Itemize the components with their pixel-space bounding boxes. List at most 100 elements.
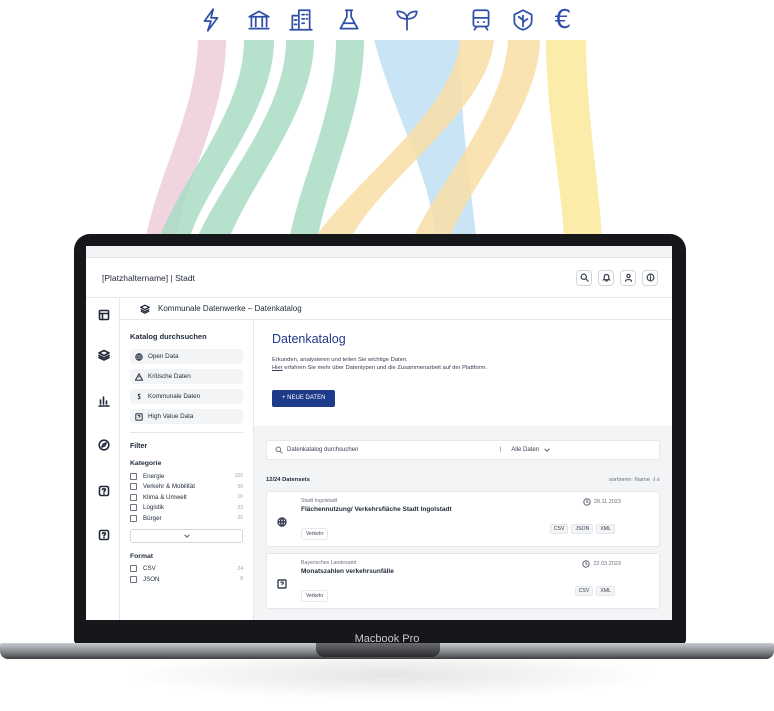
dataset-card[interactable]: Bayerisches Landesamt Monatszahlen verke… (266, 553, 660, 609)
dataset-card[interactable]: Stadt Ingolstadt Flächennutzung/ Verkehr… (266, 491, 660, 547)
search-icon (580, 273, 589, 282)
filter-title: Filter (130, 443, 148, 450)
result-count: 12/24 Datensets (266, 477, 310, 483)
category-municipal-data[interactable]: Kommunale Daten (130, 389, 243, 404)
kategorie-title: Kategorie (130, 460, 162, 467)
rail-layers-icon[interactable] (97, 348, 110, 361)
dataset-date: 28.11.2023 (583, 498, 621, 506)
checkbox[interactable] (130, 514, 137, 522)
user-icon (624, 273, 632, 282)
globe-icon (277, 514, 287, 527)
list-header: 12/24 Datensets sortieren: Name ⇃≡ (266, 477, 660, 483)
nav-rail (86, 298, 120, 620)
catalog-heading: Katalog durchsuchen (130, 332, 207, 341)
info-link[interactable]: Hier (272, 365, 283, 371)
app-topbar: [Platzhaltername] | Stadt (86, 258, 672, 298)
dataset-title: Flächennutzung/ Verkehrsfläche Stadt Ing… (301, 506, 452, 513)
main-content: Datenkatalog Erkunden, analysieren und t… (254, 320, 672, 620)
search-button[interactable] (576, 269, 592, 286)
divider (130, 432, 243, 433)
topbar-actions (576, 269, 658, 286)
profile-button[interactable] (620, 269, 636, 286)
leaf-badge-icon (508, 3, 538, 37)
chevron-down-icon (183, 533, 190, 538)
filter-option[interactable]: Verkehr & Mobilität 50 (130, 482, 243, 493)
new-data-button[interactable]: + NEUE DATEN (272, 390, 336, 408)
catalog-panel: Katalog durchsuchen Open Data Kritische … (120, 320, 254, 620)
format-badge: XML (596, 586, 615, 596)
breadcrumb: Kommunale Datenwerke – Datenkatalog (120, 298, 672, 320)
question-icon (277, 576, 287, 589)
laptop-screen: [Platzhaltername] | Stadt Kommunale Date… (86, 246, 672, 620)
app-title: [Platzhaltername] | Stadt (102, 272, 195, 283)
info-button[interactable] (642, 269, 658, 286)
format-badge: JSON (571, 524, 594, 534)
checkbox[interactable] (130, 472, 137, 480)
search-placeholder: Datenkatalog durchsuchen (287, 447, 359, 453)
dataset-tag: Verkehr (301, 590, 329, 602)
expand-button[interactable] (130, 528, 243, 543)
format-badge: CSV (549, 524, 569, 534)
dataset-tag: Verkehr (301, 528, 329, 540)
hero: Datenkatalog Erkunden, analysieren und t… (254, 320, 672, 426)
dataset-date: 22.03.2023 (582, 560, 621, 568)
page-description: Erkunden, analysieren und teilen Sie wic… (272, 357, 487, 372)
filter-option[interactable]: CSV 24 (130, 564, 243, 575)
search-icon (275, 446, 283, 454)
stage: € [Platzhaltername] | Stadt Kommunale Da… (0, 0, 774, 711)
info-icon (646, 273, 654, 282)
dataset-formats: CSV JSON XML (549, 524, 615, 534)
chevron-down-icon (544, 448, 550, 453)
filter-option[interactable]: Energie 100 (130, 471, 243, 482)
rail-help-icon-2[interactable] (97, 528, 110, 541)
bank-icon (244, 3, 274, 37)
category-open-data[interactable]: Open Data (130, 349, 243, 364)
question-icon (134, 412, 143, 421)
rail-compass-icon[interactable] (97, 438, 110, 451)
rail-dashboard-icon[interactable] (97, 308, 110, 321)
rail-help-icon[interactable] (97, 484, 110, 497)
globe-icon (134, 352, 143, 361)
category-critical-data[interactable]: Kritische Daten (130, 369, 243, 384)
dataset-formats: CSV XML (574, 586, 615, 596)
bell-icon (601, 273, 611, 282)
checkbox[interactable] (130, 565, 137, 573)
laptop-notch (316, 643, 440, 657)
checkbox[interactable] (130, 504, 137, 512)
lightning-icon (196, 3, 226, 37)
notifications-button[interactable] (598, 269, 614, 286)
section-icon (134, 392, 143, 401)
clock-icon (582, 560, 591, 568)
search-input[interactable]: Datenkatalog durchsuchen | Alle Daten (266, 440, 660, 460)
warning-icon (134, 372, 143, 381)
rail-chart-icon[interactable] (97, 394, 110, 407)
browser-bar (86, 246, 672, 258)
euro-icon: € (554, 5, 572, 35)
format-title: Format (130, 552, 154, 560)
format-badge: CSV (574, 586, 594, 596)
layers-icon (140, 304, 150, 314)
checkbox[interactable] (130, 483, 137, 491)
flask-icon (334, 3, 364, 37)
filter-option[interactable]: JSON 8 (130, 574, 243, 585)
clock-icon (583, 498, 591, 506)
category-high-value-data[interactable]: High Value Data (130, 409, 243, 424)
sprout-icon (392, 3, 422, 37)
checkbox[interactable] (130, 575, 137, 583)
filter-option[interactable]: Logistik 23 (130, 503, 243, 514)
ribbon-euro (546, 40, 602, 236)
filter-option[interactable]: Klima & Umwelt 10 (130, 492, 243, 503)
page-title: Datenkatalog (272, 332, 346, 346)
train-icon (466, 3, 496, 37)
results-area: Datenkatalog durchsuchen | Alle Daten 12… (254, 426, 672, 620)
dataset-title: Monatszahlen verkehrsunfälle (301, 568, 394, 575)
buildings-icon (286, 3, 316, 37)
scope-select[interactable]: Alle Daten (511, 446, 551, 454)
format-badge: XML (596, 524, 615, 534)
device-label: Macbook Pro (354, 633, 420, 645)
sort-control[interactable]: sortieren: Name ⇃≡ (609, 477, 660, 483)
sort-icon: ⇃≡ (651, 477, 660, 483)
separator: | (499, 447, 502, 453)
checkbox[interactable] (130, 493, 137, 501)
filter-option[interactable]: Bürger 20 (130, 513, 243, 524)
